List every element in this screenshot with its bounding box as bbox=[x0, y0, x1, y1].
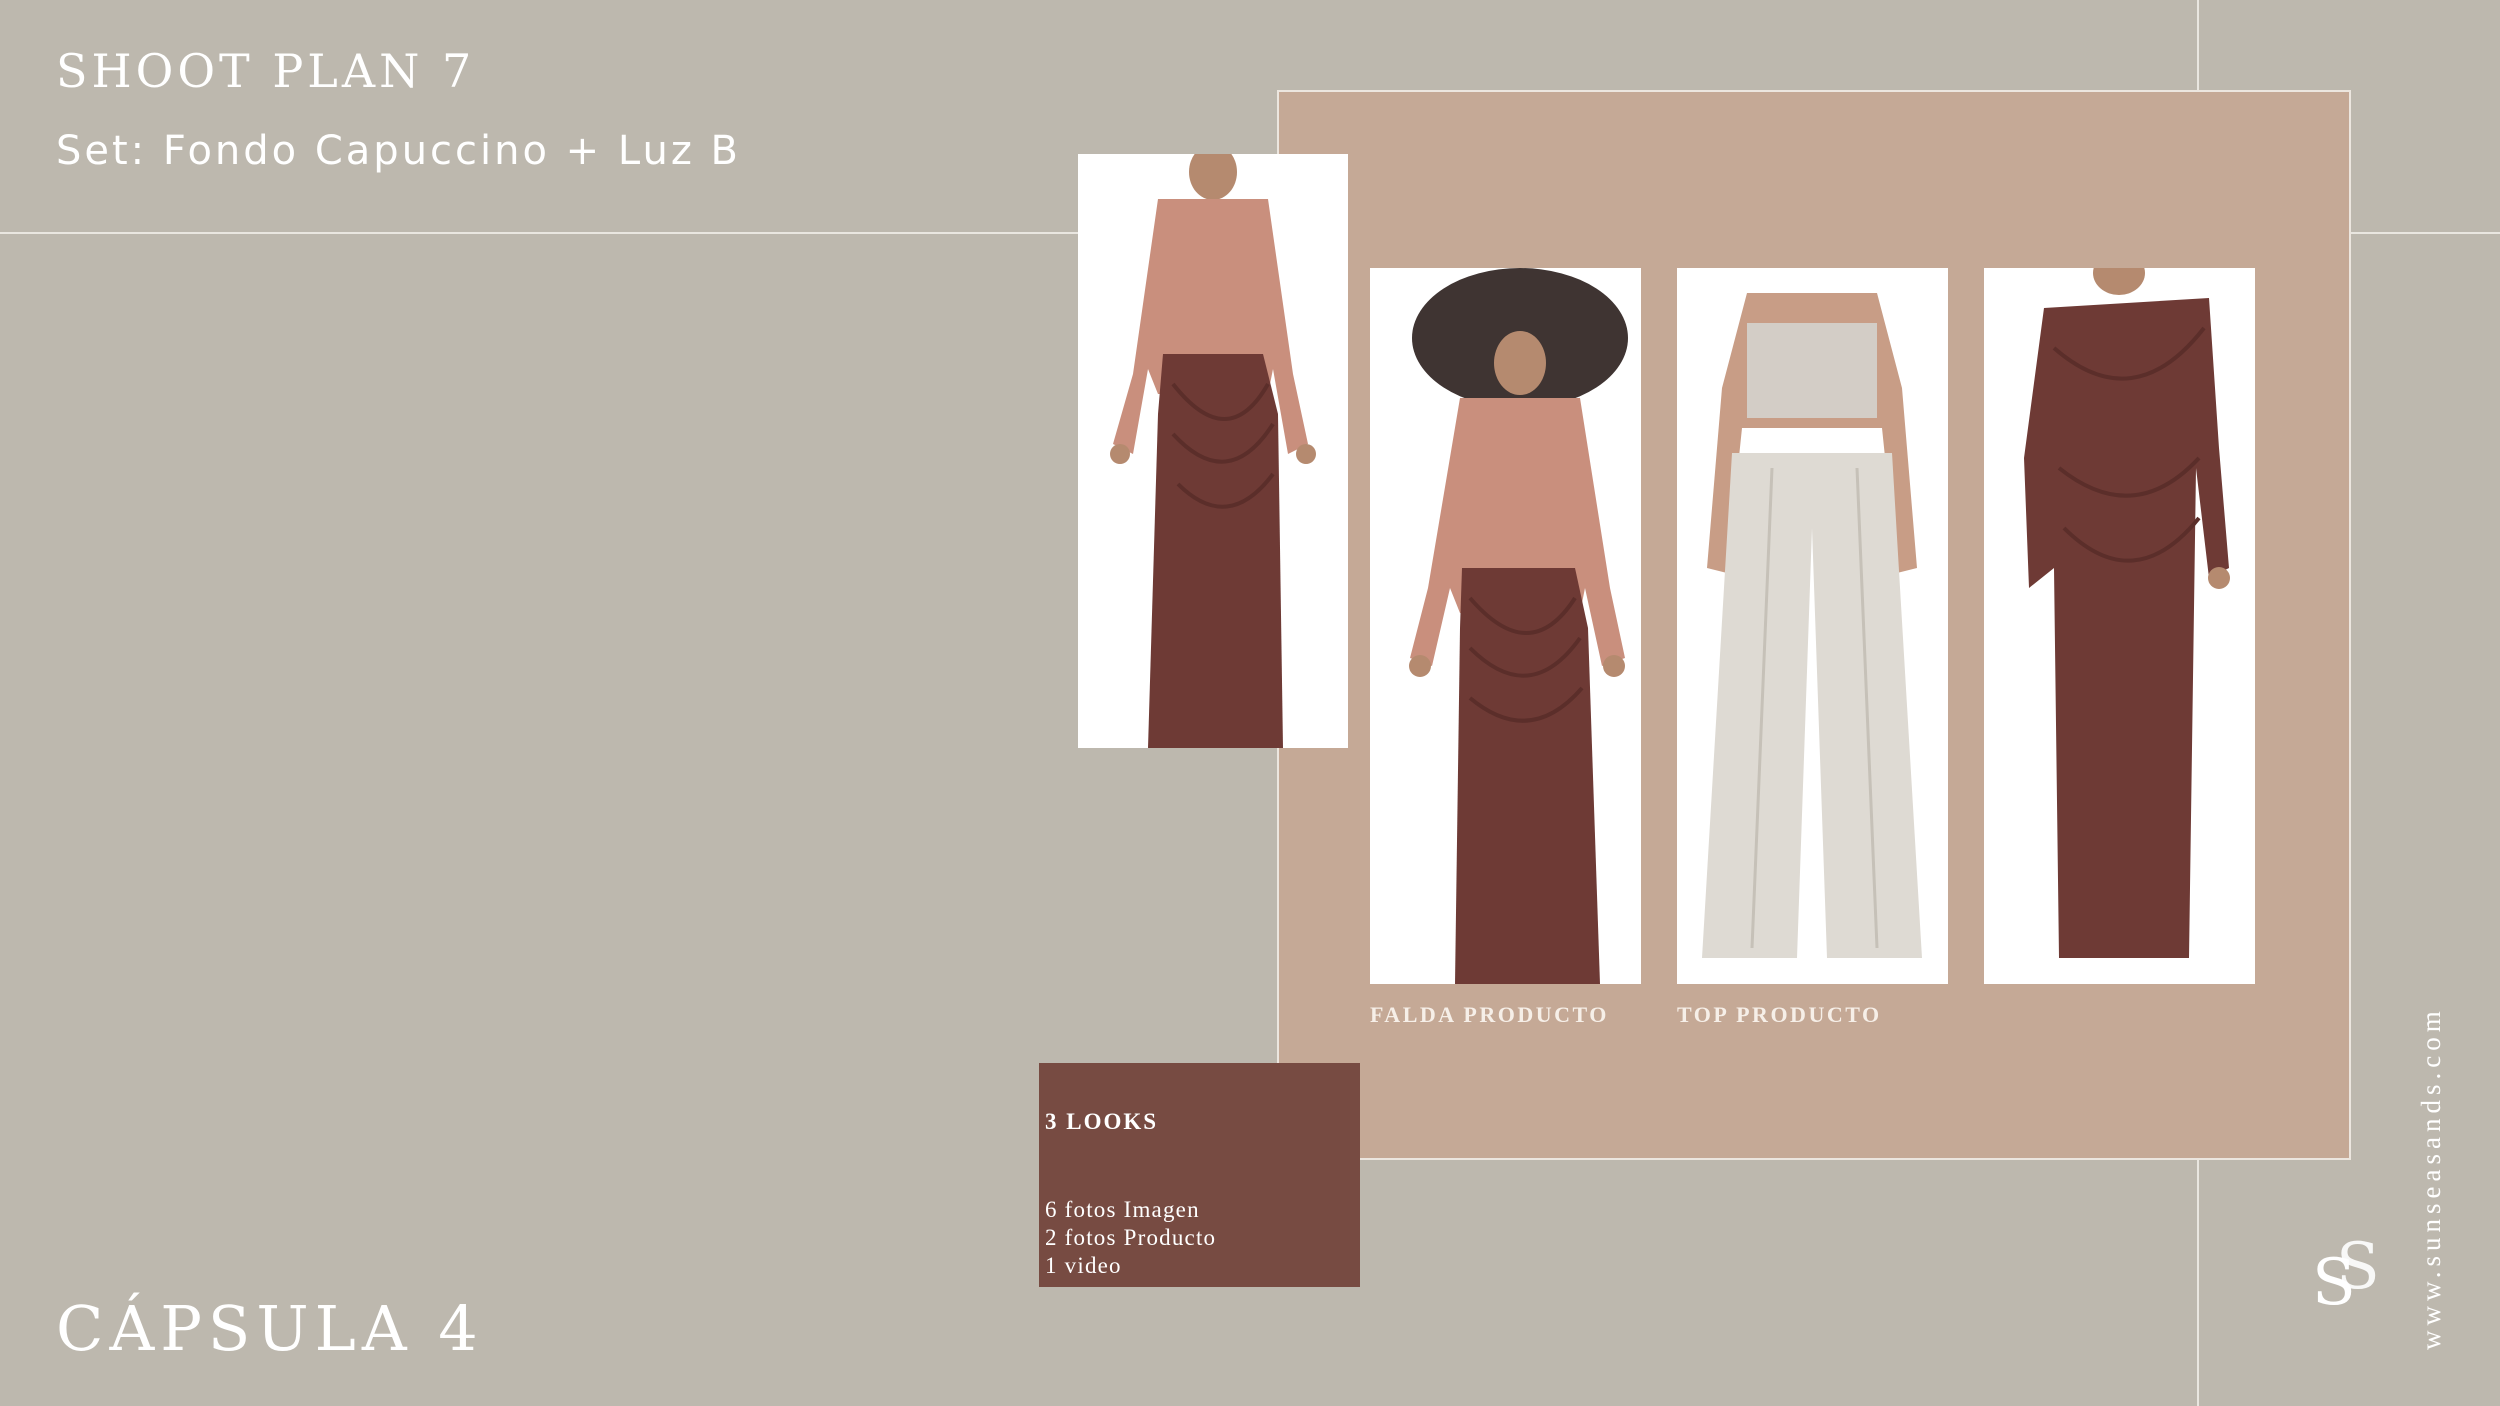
capsule-label: CÁPSULA 4 bbox=[56, 1292, 484, 1365]
photo-caption-3: TOP PRODUCTO bbox=[1677, 1002, 1882, 1027]
ss-monogram-logo-icon: S S bbox=[2310, 1226, 2384, 1320]
right-divider-bottom bbox=[2197, 1158, 2199, 1406]
page-subtitle: Set: Fondo Capuccino + Luz B bbox=[56, 128, 741, 174]
right-divider-top bbox=[2197, 0, 2199, 90]
looks-deliverables-list: 6 fotos Imagen 2 fotos Producto 1 video bbox=[1045, 1196, 1216, 1280]
top-divider-left bbox=[0, 232, 1080, 234]
model-figure-3 bbox=[1677, 268, 1948, 984]
photo-caption-2: FALDA PRODUCTO bbox=[1370, 1002, 1609, 1027]
photo-look-1 bbox=[1078, 154, 1348, 748]
photo-look-2 bbox=[1370, 268, 1641, 984]
top-divider-right bbox=[2349, 232, 2500, 234]
model-figure-1 bbox=[1078, 154, 1348, 748]
photo-look-3 bbox=[1677, 268, 1948, 984]
list-item: 6 fotos Imagen bbox=[1045, 1197, 1200, 1222]
brand-website[interactable]: www.sunseasands.com bbox=[2416, 1006, 2447, 1350]
looks-summary-box: 3 LOOKS 6 fotos Imagen 2 fotos Producto … bbox=[1039, 1063, 1360, 1287]
looks-count: 3 LOOKS bbox=[1045, 1109, 1159, 1134]
page-title: SHOOT PLAN 7 bbox=[56, 44, 476, 98]
list-item: 2 fotos Producto bbox=[1045, 1225, 1217, 1250]
list-item: 1 video bbox=[1045, 1253, 1122, 1278]
photo-look-4 bbox=[1984, 268, 2255, 984]
model-figure-2 bbox=[1370, 268, 1641, 984]
model-figure-4 bbox=[1984, 268, 2255, 984]
svg-text:S: S bbox=[2336, 1230, 2380, 1304]
